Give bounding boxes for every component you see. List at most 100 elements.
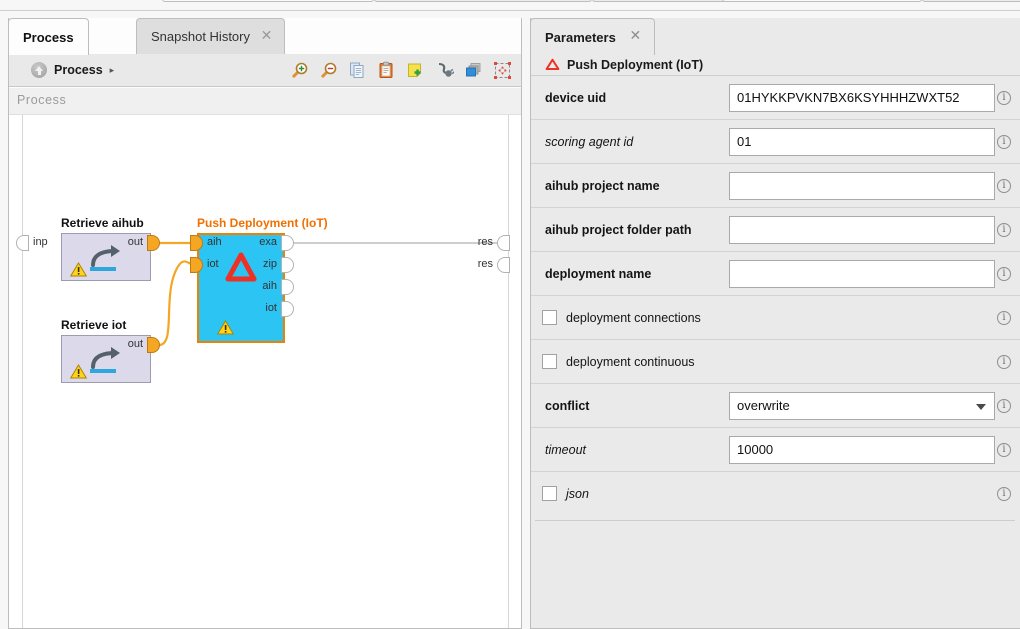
operator-header: Push Deployment (IoT) (531, 54, 1020, 76)
port-label: iot (207, 258, 219, 270)
param-label: deployment continuous (566, 355, 695, 369)
tab-snapshot-history[interactable]: Snapshot History ✕ (136, 18, 285, 54)
info-icon[interactable]: i (997, 179, 1011, 193)
warning-triangle-icon (217, 320, 234, 335)
checkbox-unchecked-icon[interactable] (542, 354, 557, 369)
port-label: out (128, 236, 143, 248)
port-label: exa (259, 236, 277, 248)
deployment-connections-checkbox-wrap[interactable]: deployment connections (542, 310, 701, 325)
info-icon[interactable]: i (997, 311, 1011, 325)
port-label: zip (263, 258, 277, 270)
deployment-name-input[interactable] (729, 260, 995, 288)
param-label: aihub project folder path (545, 223, 692, 237)
checkbox-unchecked-icon[interactable] (542, 486, 557, 501)
toolbar-segment[interactable] (374, 0, 592, 2)
info-icon[interactable]: i (997, 91, 1011, 105)
param-label: aihub project name (545, 179, 660, 193)
chevron-right-icon: ▸ (110, 65, 115, 76)
deployment-continuous-checkbox-wrap[interactable]: deployment continuous (542, 354, 695, 369)
parameter-rows: device uid 01HYKKPVKN7BX6KSYHHHZWXT52 i … (531, 76, 1020, 508)
param-row-aihub-project-folder-path: aihub project folder path i (531, 208, 1020, 252)
param-row-deployment-connections: deployment connections i (531, 296, 1020, 340)
toolbar-segment[interactable] (722, 0, 922, 2)
close-icon[interactable]: ✕ (260, 30, 273, 43)
param-value: 01HYKKPVKN7BX6KSYHHHZWXT52 (737, 90, 960, 105)
close-icon[interactable]: ✕ (629, 30, 642, 43)
port-label: out (128, 338, 143, 350)
breadcrumb[interactable]: Process ▸ (31, 62, 114, 78)
process-output-port-res-2[interactable]: res (497, 257, 510, 273)
param-label: deployment connections (566, 311, 701, 325)
port-label: aih (207, 236, 222, 248)
info-icon[interactable]: i (997, 399, 1011, 413)
info-icon[interactable]: i (997, 223, 1011, 237)
device-uid-input[interactable]: 01HYKKPVKN7BX6KSYHHHZWXT52 (729, 84, 995, 112)
timeout-input[interactable]: 10000 (729, 436, 995, 464)
port-label: inp (33, 236, 48, 248)
conflict-select[interactable]: overwrite (729, 392, 995, 420)
process-input-port-inp[interactable]: inp (16, 235, 29, 251)
aihub-project-folder-path-input[interactable] (729, 216, 995, 244)
checkbox-unchecked-icon[interactable] (542, 310, 557, 325)
param-label: scoring agent id (545, 135, 633, 149)
node-output-port-aih[interactable]: aih (281, 279, 294, 295)
param-row-device-uid: device uid 01HYKKPVKN7BX6KSYHHHZWXT52 i (531, 76, 1020, 120)
toolbar-segment[interactable] (162, 0, 374, 2)
node-output-port-zip[interactable]: zip (281, 257, 294, 273)
layers-icon[interactable] (464, 61, 483, 80)
param-row-deployment-continuous: deployment continuous i (531, 340, 1020, 384)
scoring-agent-id-input[interactable]: 01 (729, 128, 995, 156)
parameters-empty-area (531, 508, 1020, 628)
param-row-timeout: timeout 10000 i (531, 428, 1020, 472)
red-triangle-icon (545, 58, 560, 71)
divider (535, 520, 1015, 521)
param-row-scoring-agent-id: scoring agent id 01 i (531, 120, 1020, 164)
operator-name: Push Deployment (IoT) (567, 58, 703, 72)
toolbar-segment[interactable] (922, 0, 1020, 2)
node-input-port-iot[interactable]: iot (190, 257, 203, 273)
node-port-out[interactable]: out (147, 337, 160, 353)
canvas-body[interactable]: inp res res Retrieve aihub (9, 115, 521, 628)
info-icon[interactable]: i (997, 487, 1011, 501)
canvas-left-rule (22, 115, 23, 628)
process-toolbar: Process ▸ (9, 54, 521, 87)
param-label: deployment name (545, 267, 651, 281)
add-note-icon[interactable] (406, 61, 425, 80)
node-title: Retrieve aihub (61, 216, 144, 230)
auto-layout-icon[interactable] (493, 61, 512, 80)
node-input-port-aih[interactable]: aih (190, 235, 203, 251)
tab-parameters[interactable]: Parameters ✕ (530, 18, 655, 55)
node-output-port-exa[interactable]: exa (281, 235, 294, 251)
json-checkbox-wrap[interactable]: json (542, 486, 589, 501)
info-icon[interactable]: i (997, 267, 1011, 281)
canvas-header: Process (9, 88, 521, 115)
zoom-out-icon[interactable] (319, 61, 338, 80)
node-output-port-iot[interactable]: iot (281, 301, 294, 317)
param-row-deployment-name: deployment name i (531, 252, 1020, 296)
copy-icon[interactable] (348, 61, 367, 80)
port-label: res (478, 258, 493, 270)
process-canvas[interactable]: Process inp res (9, 88, 521, 628)
zoom-in-icon[interactable] (290, 61, 309, 80)
process-toolbar-icons (290, 54, 512, 87)
info-icon[interactable]: i (997, 135, 1011, 149)
aihub-project-name-input[interactable] (729, 172, 995, 200)
paste-icon[interactable] (377, 61, 396, 80)
node-port-out[interactable]: out (147, 235, 160, 251)
warning-triangle-icon (70, 262, 87, 277)
param-value: 10000 (737, 442, 773, 457)
param-row-conflict: conflict overwrite i (531, 384, 1020, 428)
port-label: aih (262, 280, 277, 292)
node-title: Retrieve iot (61, 318, 126, 332)
process-output-port-res-1[interactable]: res (497, 235, 510, 251)
chevron-down-icon[interactable] (976, 404, 986, 410)
up-arrow-circle-icon[interactable] (31, 62, 47, 78)
info-icon[interactable]: i (997, 355, 1011, 369)
tab-snapshot-history-label: Snapshot History (151, 29, 250, 44)
param-label: device uid (545, 91, 606, 105)
connect-plug-icon[interactable] (435, 61, 454, 80)
info-icon[interactable]: i (997, 443, 1011, 457)
param-label: conflict (545, 399, 589, 413)
warning-triangle-icon (70, 364, 87, 379)
tab-process[interactable]: Process (8, 18, 89, 55)
